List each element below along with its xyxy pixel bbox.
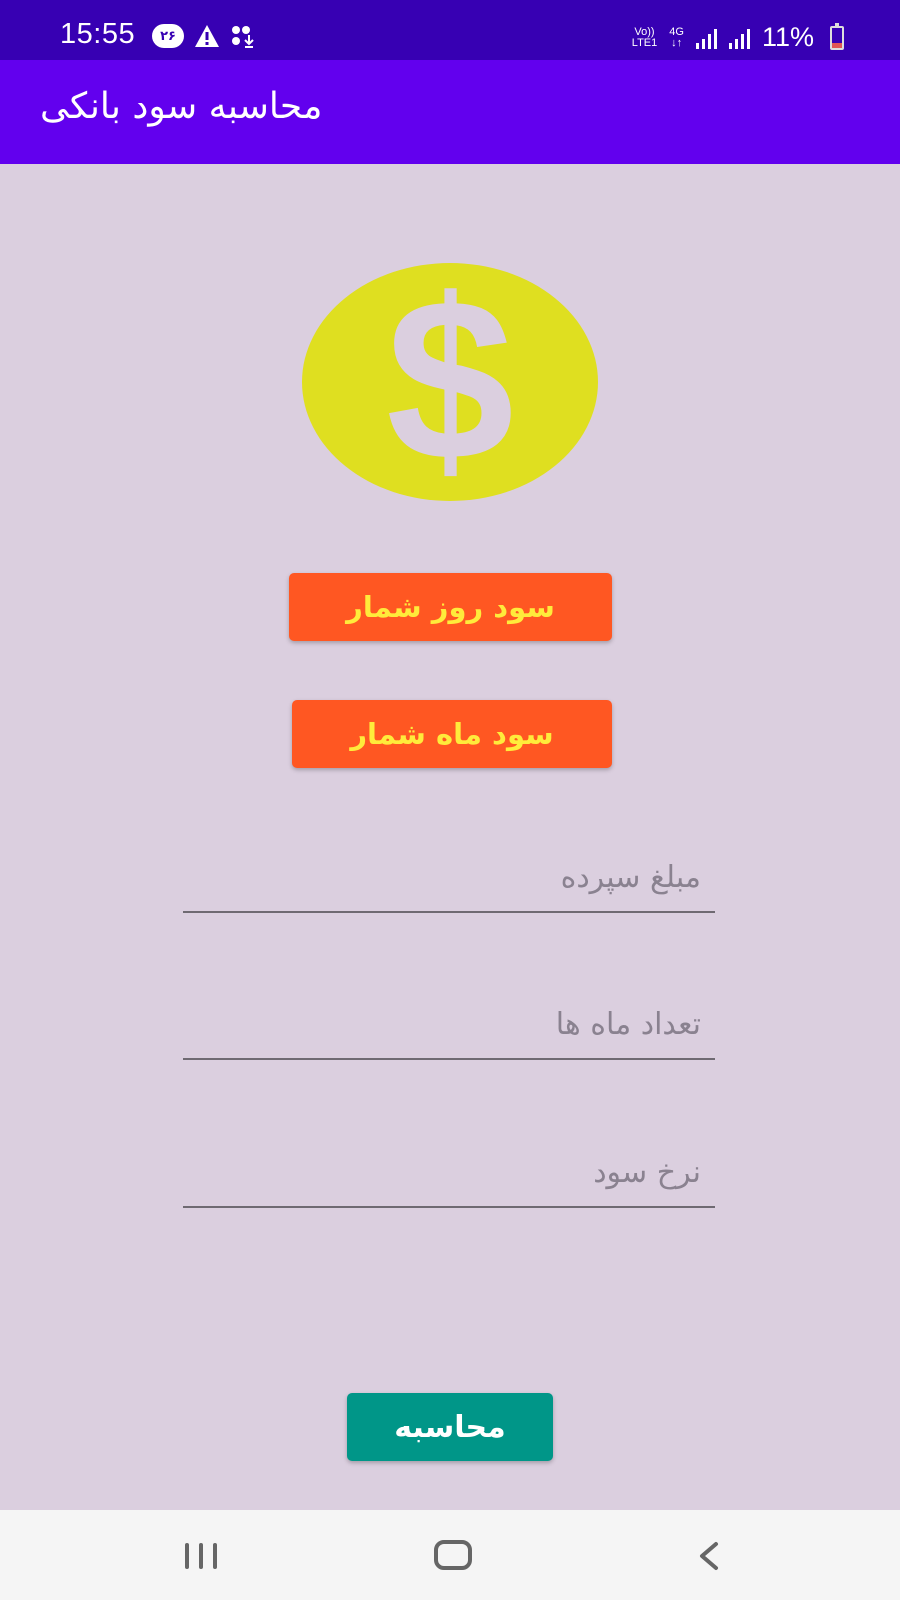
interest-rate-input[interactable]: [183, 1138, 715, 1206]
signal-icon-2: [728, 27, 750, 49]
volte-label: Vo)) LTE1: [631, 25, 658, 49]
dollar-symbol: $: [386, 251, 514, 508]
dollar-coin-icon: $: [302, 263, 598, 501]
navigation-bar: [0, 1510, 900, 1600]
months-count-input[interactable]: [183, 990, 715, 1058]
interest-rate-field[interactable]: [183, 1138, 715, 1208]
deposit-amount-input[interactable]: [183, 843, 715, 911]
status-notification-icons: ۲۶: [152, 24, 256, 48]
home-icon[interactable]: [434, 1540, 472, 1570]
network-type-label: 4G ↓↑: [669, 25, 684, 49]
monthly-interest-button[interactable]: سود ماه شمار: [292, 700, 612, 768]
battery-percentage: 11%: [761, 22, 814, 52]
download-icon: [232, 26, 254, 48]
status-bar: 15:55 ۲۶ Vo)) LTE1 4G ↓↑ 11%: [0, 0, 900, 60]
app-bar: محاسبه سود بانکی: [0, 60, 900, 164]
battery-icon: [830, 22, 844, 50]
warning-icon: [195, 25, 219, 47]
status-time: 15:55: [60, 18, 136, 50]
calculate-button[interactable]: محاسبه: [347, 1393, 553, 1461]
app-title: محاسبه سود بانکی: [40, 86, 323, 127]
daily-interest-button[interactable]: سود روز شمار: [289, 573, 612, 641]
months-count-field[interactable]: [183, 990, 715, 1060]
recent-apps-icon[interactable]: [185, 1543, 217, 1569]
back-icon[interactable]: [690, 1538, 730, 1574]
deposit-amount-field[interactable]: [183, 843, 715, 913]
data-arrows-icon: ↓↑: [671, 36, 683, 49]
notification-badge: ۲۶: [152, 24, 184, 48]
status-system-icons: Vo)) LTE1 4G ↓↑ 11%: [632, 22, 844, 53]
signal-icon-1: [695, 27, 717, 49]
